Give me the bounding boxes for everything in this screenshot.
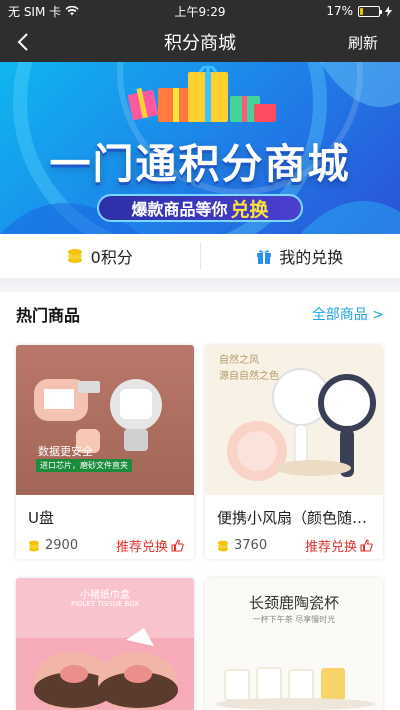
thumbs-up-icon [171,539,184,552]
product-image-caption: 小猪纸巾盒 [80,590,130,601]
product-price: 3760 [217,538,267,553]
exchange-label: 我的兑换 [279,248,344,267]
product-image: 小猪纸巾盒 PIGLET TISSUE BOX [16,578,194,710]
promo-banner[interactable]: 一门通积分商城 爆款商品等你 兑换 [0,62,400,234]
gift-icon [257,249,272,264]
tagline-text: 爆款商品等你 [131,200,228,219]
gift-boxes-icon [128,66,276,122]
tagline-highlight: 兑换 [230,198,269,221]
product-name: U盘 [28,509,54,527]
banner-headline: 一门通积分商城 [49,140,351,188]
thumbs-up-icon [360,539,373,552]
page-title: 积分商城 [164,33,236,54]
product-card[interactable]: 小猪纸巾盒 PIGLET TISSUE BOX [16,578,194,710]
coin-icon [218,540,228,551]
product-image-subcaption: 源自自然之色 [219,371,279,382]
product-card[interactable]: 长颈鹿陶瓷杯 一杯下午茶 尽享慢时光 [205,578,383,710]
section-title: 热门商品 [16,306,81,325]
product-image: 长颈鹿陶瓷杯 一杯下午茶 尽享慢时光 [205,578,383,710]
wifi-icon [65,6,79,16]
coin-icon [29,540,39,551]
my-points-button[interactable]: 0积分 [0,234,200,278]
banner-tagline: 爆款商品等你 兑换 [97,194,303,222]
product-card[interactable]: 数据更安全 进口芯片，磨砂文件直夹 U盘 2900 推荐兑换 [16,345,194,559]
product-image-caption: 自然之风 [219,355,259,366]
product-image-caption: 长颈鹿陶瓷杯 [248,594,339,612]
all-products-link[interactable]: 全部商品 > [312,304,384,324]
price-value: 2900 [45,538,79,553]
hot-products-header: 热门商品 全部商品 > [0,292,400,336]
charging-bolt-icon [385,5,392,17]
points-row: 0积分 我的兑换 [0,234,400,284]
product-image: 数据更安全 进口芯片，磨砂文件直夹 [16,345,194,495]
battery-icon [358,5,382,17]
nav-bar: 积分商城 刷新 [0,22,400,62]
price-value: 3760 [234,538,268,553]
recommend-text: 推荐兑换 [115,540,168,555]
status-bar: 无 SIM 卡 上午9:29 17% [0,0,400,22]
recommend-tag: 推荐兑换 [116,536,184,555]
usb-drive-illustration [34,379,162,453]
product-price: 2900 [28,538,78,553]
recommend-tag: 推荐兑换 [305,536,373,555]
battery-percent: 17% [326,4,353,18]
my-exchange-button[interactable]: 我的兑换 [201,234,400,278]
coin-stack-icon [67,249,82,263]
product-card[interactable]: 自然之风 源自自然之色 便携小风扇（颜色随… 3760 推荐兑换 [205,345,383,559]
product-image-caption: 数据更安全 [38,445,93,458]
refresh-button[interactable]: 刷新 [348,32,378,53]
product-image-subcaption: 进口芯片，磨砂文件直夹 [36,459,132,472]
product-name: 便携小风扇（颜色随… [217,509,368,527]
recommend-text: 推荐兑换 [304,540,357,555]
back-button[interactable] [0,22,46,62]
carrier-text: 无 SIM 卡 [8,4,62,19]
product-image: 自然之风 源自自然之色 [205,345,383,495]
points-label: 0积分 [90,248,133,267]
product-image-subcaption: PIGLET TISSUE BOX [70,600,140,608]
product-image-subcaption: 一杯下午茶 尽享慢时光 [252,615,336,624]
chevron-left-icon [17,33,28,51]
